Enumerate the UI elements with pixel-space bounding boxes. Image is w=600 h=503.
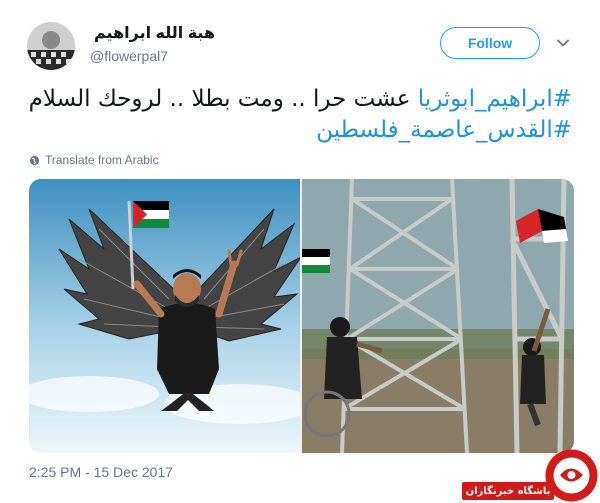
tweet-line-1: #ابراهيم_ابوثريا عشت حرا .. ومت بطلا .. … — [28, 84, 572, 115]
media-photo[interactable] — [302, 179, 574, 453]
tweet-text: #ابراهيم_ابوثريا عشت حرا .. ومت بطلا .. … — [28, 84, 572, 146]
tweet-timestamp[interactable]: 2:25 PM - 15 Dec 2017 — [29, 464, 173, 480]
translate-link[interactable]: Translate from Arabic — [29, 153, 159, 167]
tweet-body-text: عشت حرا .. ومت بطلا .. لروحك السلام — [28, 86, 418, 112]
tweet-media[interactable] — [29, 179, 574, 453]
tweet-line-2: #القدس_عاصمة_فلسطين — [30, 115, 572, 146]
globe-icon — [29, 155, 40, 165]
avatar[interactable] — [27, 22, 75, 70]
translate-label[interactable]: Translate from Arabic — [45, 153, 159, 167]
hashtag-link[interactable]: #ابراهيم_ابوثريا — [418, 86, 572, 112]
chevron-down-icon[interactable] — [556, 36, 570, 50]
watermark-icon — [545, 449, 598, 502]
display-name[interactable]: هبة الله ابراهيم — [94, 23, 215, 43]
watermark-logo: باشگاه خبرنگاران — [462, 448, 600, 503]
user-handle[interactable]: @flowerpal7 — [90, 48, 168, 64]
media-illustration[interactable] — [29, 179, 314, 453]
watermark-text: باشگاه خبرنگاران — [462, 482, 554, 500]
follow-button[interactable]: Follow — [440, 27, 540, 59]
hashtag-link[interactable]: #القدس_عاصمة_فلسطين — [316, 117, 572, 143]
